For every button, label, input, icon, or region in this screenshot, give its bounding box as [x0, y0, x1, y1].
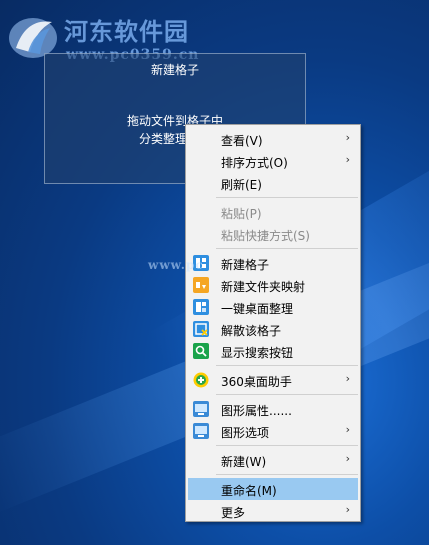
menu-item-label: 一键桌面整理 [221, 302, 294, 316]
menu-item-label: 新建文件夹映射 [221, 280, 306, 294]
menu-separator [216, 394, 358, 395]
menu-item-label: 查看(V) [221, 134, 263, 148]
menu-item-new-folder-map[interactable]: 新建文件夹映射 [188, 274, 358, 296]
menu-item-360-assistant[interactable]: 360桌面助手 › [188, 369, 358, 391]
menu-item-label: 图形选项 [221, 426, 270, 440]
graphics-props-icon [193, 401, 209, 417]
menu-item-paste[interactable]: 粘贴(P) [188, 201, 358, 223]
fence-title[interactable]: 新建格子 [45, 61, 305, 78]
menu-item-label: 粘贴快捷方式(S) [221, 229, 310, 243]
menu-item-organize-desktop[interactable]: 一键桌面整理 [188, 296, 358, 318]
menu-item-sort-by[interactable]: 排序方式(O) › [188, 150, 358, 172]
submenu-arrow-icon: › [345, 153, 350, 166]
menu-separator [216, 248, 358, 249]
menu-item-graphics-properties[interactable]: 图形属性...... [188, 398, 358, 420]
menu-separator [216, 365, 358, 366]
search-icon [193, 343, 209, 359]
menu-item-label: 新建(W) [221, 455, 267, 469]
desktop-organize-icon [193, 299, 209, 315]
menu-item-label: 重命名(M) [221, 484, 277, 498]
submenu-arrow-icon: › [345, 452, 350, 465]
menu-item-refresh[interactable]: 刷新(E) [188, 172, 358, 194]
submenu-arrow-icon: › [345, 503, 350, 516]
menu-item-new[interactable]: 新建(W) › [188, 449, 358, 471]
submenu-arrow-icon: › [345, 423, 350, 436]
watermark-title: 河东软件园 [64, 17, 189, 46]
menu-item-label: 刷新(E) [221, 178, 262, 192]
graphics-options-icon [193, 423, 209, 439]
context-menu: 查看(V) › 排序方式(O) › 刷新(E) 粘贴(P) 粘贴快捷方式(S) … [185, 124, 361, 522]
menu-item-label: 新建格子 [221, 258, 270, 272]
dissolve-fence-icon [193, 321, 209, 337]
menu-item-label: 显示搜索按钮 [221, 346, 294, 360]
menu-item-label: 粘贴(P) [221, 207, 262, 221]
menu-separator [216, 445, 358, 446]
menu-item-dissolve-fence[interactable]: 解散该格子 [188, 318, 358, 340]
menu-separator [216, 474, 358, 475]
menu-item-label: 360桌面助手 [221, 375, 292, 389]
menu-item-label: 排序方式(O) [221, 156, 288, 170]
submenu-arrow-icon: › [345, 372, 350, 385]
menu-item-show-search[interactable]: 显示搜索按钮 [188, 340, 358, 362]
menu-item-graphics-options[interactable]: 图形选项 › [188, 420, 358, 442]
360-assistant-icon [193, 372, 209, 388]
menu-separator [216, 197, 358, 198]
menu-item-label: 图形属性...... [221, 404, 292, 418]
menu-item-view[interactable]: 查看(V) › [188, 128, 358, 150]
menu-item-paste-shortcut[interactable]: 粘贴快捷方式(S) [188, 223, 358, 245]
menu-item-more[interactable]: 更多 › [188, 500, 358, 522]
watermark-url-overlay: www.pc [148, 258, 204, 272]
menu-item-label: 更多 [221, 506, 246, 520]
menu-item-new-fence[interactable]: 新建格子 [188, 252, 358, 274]
submenu-arrow-icon: › [345, 131, 350, 144]
menu-item-label: 解散该格子 [221, 324, 282, 338]
menu-item-rename[interactable]: 重命名(M) [188, 478, 358, 500]
folder-map-icon [193, 277, 209, 293]
